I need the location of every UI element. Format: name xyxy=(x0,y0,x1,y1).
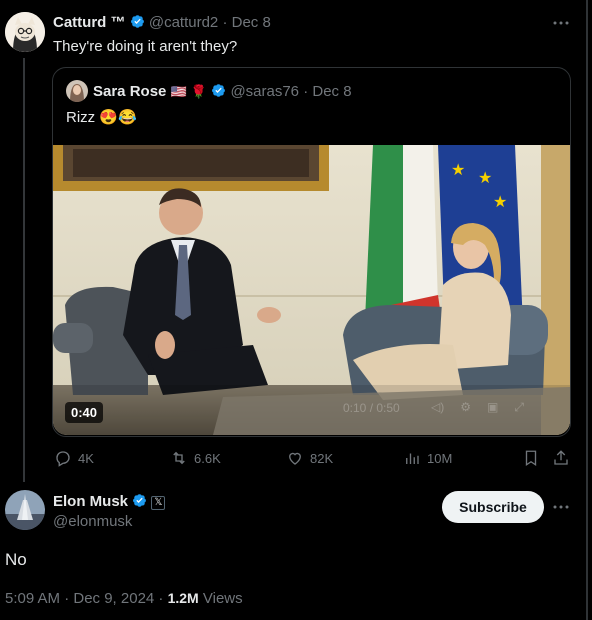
tweet-handle[interactable]: @catturd2 xyxy=(149,14,218,31)
heart-icon xyxy=(289,452,301,465)
sara-rose-avatar[interactable] xyxy=(66,80,88,102)
reply-meta: 5:09 AM · Dec 9, 2024 · 1.2M Views xyxy=(5,588,243,609)
x-affiliate-badge-icon: 𝕏 xyxy=(151,496,166,510)
video-frame-image: ★ ★ ★ xyxy=(53,145,570,435)
bookmark-icon[interactable] xyxy=(522,449,540,467)
tweet-text: They're doing it aren't they? xyxy=(53,38,238,55)
reply-views-label: Views xyxy=(202,590,243,607)
like-count: 82K xyxy=(310,450,334,466)
views-count: 10M xyxy=(427,450,453,466)
reply-text: No xyxy=(5,550,27,569)
fullscreen-icon[interactable]: ⤢ xyxy=(514,400,524,415)
quote-header: Sara Rose 🇺🇸 🌹 @saras76 · Dec 8 xyxy=(93,82,352,102)
quoted-tweet-card[interactable]: Sara Rose 🇺🇸 🌹 @saras76 · Dec 8 Rizz 😍😂 xyxy=(52,67,571,437)
rose-emoji: 🌹 xyxy=(190,84,208,99)
us-flag-emoji: 🇺🇸 xyxy=(170,84,187,99)
reply-author-row: Elon Musk 𝕏 xyxy=(53,492,166,512)
player-time-overlay: 0:10 / 0:50 xyxy=(343,401,400,415)
tweet-header: Catturd ™ @catturd2 · Dec 8 xyxy=(53,13,271,33)
verified-badge-icon xyxy=(132,493,147,508)
tweet-date[interactable]: · Dec 8 xyxy=(222,14,270,31)
reply-timestamp[interactable]: 5:09 AM · Dec 9, 2024 · xyxy=(5,590,163,607)
quote-text: Rizz 😍😂 xyxy=(66,109,137,126)
more-options-icon[interactable] xyxy=(552,16,570,30)
reply-author-name[interactable]: Elon Musk xyxy=(53,493,128,510)
reply-views-count: 1.2M xyxy=(167,590,199,606)
svg-text:★: ★ xyxy=(493,192,507,211)
reply-icon xyxy=(56,451,70,467)
views-action[interactable]: 10M xyxy=(403,449,452,467)
video-player[interactable]: ★ ★ ★ 0:10 / 0:50 ◁) ⚙ ▣ ⤢ 0:40 xyxy=(53,145,570,435)
reply-action[interactable]: 4K xyxy=(54,449,94,467)
verified-badge-icon xyxy=(130,14,145,29)
repost-icon xyxy=(173,451,185,465)
timeline-border xyxy=(586,0,588,620)
views-chart-icon xyxy=(406,453,419,464)
like-action[interactable]: 82K xyxy=(286,449,333,467)
quote-date[interactable]: · Dec 8 xyxy=(303,83,351,100)
subscribe-button[interactable]: Subscribe xyxy=(442,491,544,523)
reply-handle[interactable]: @elonmusk xyxy=(53,512,132,532)
thread-connector xyxy=(23,58,25,482)
svg-text:★: ★ xyxy=(478,168,492,187)
repost-count: 6.6K xyxy=(194,450,221,466)
tweet-author-name[interactable]: Catturd ™ xyxy=(53,14,126,31)
volume-icon[interactable]: ◁) xyxy=(431,400,444,415)
settings-icon[interactable]: ⚙ xyxy=(460,400,471,415)
catturd-avatar[interactable] xyxy=(5,12,45,52)
quote-handle[interactable]: @saras76 xyxy=(230,83,299,100)
video-duration-badge: 0:40 xyxy=(65,402,104,423)
reply-more-options-icon[interactable] xyxy=(552,500,570,514)
elon-musk-avatar[interactable] xyxy=(5,490,45,530)
player-controls-icons[interactable]: ◁) ⚙ ▣ ⤢ xyxy=(431,400,524,415)
reply-count: 4K xyxy=(78,450,94,466)
repost-action[interactable]: 6.6K xyxy=(170,449,221,467)
pip-icon[interactable]: ▣ xyxy=(487,400,498,415)
quote-author-name[interactable]: Sara Rose xyxy=(93,83,166,100)
verified-badge-icon xyxy=(211,83,226,98)
share-icon[interactable] xyxy=(552,449,570,467)
svg-text:★: ★ xyxy=(451,160,465,179)
